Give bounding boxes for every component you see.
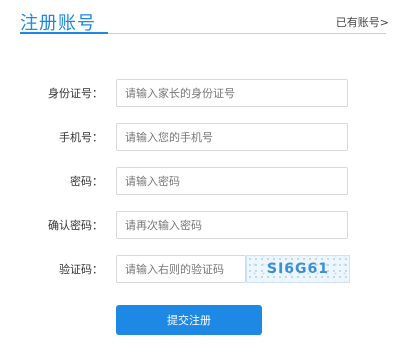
header-divider-accent bbox=[20, 32, 108, 34]
captcha-image[interactable]: SI6G61 bbox=[246, 255, 350, 283]
password-input[interactable] bbox=[116, 167, 348, 195]
captcha-input[interactable] bbox=[116, 255, 246, 283]
page-header: 注册账号 已有账号> bbox=[0, 0, 409, 34]
captcha-text: SI6G61 bbox=[266, 261, 329, 277]
confirm-password-label: 确认密码： bbox=[48, 219, 103, 232]
phone-row: 手机号： bbox=[0, 123, 409, 153]
confirm-password-row: 确认密码： bbox=[0, 211, 409, 241]
id-number-input[interactable] bbox=[116, 79, 348, 107]
id-number-label: 身份证号： bbox=[48, 87, 103, 100]
phone-input[interactable] bbox=[116, 123, 348, 151]
existing-account-link[interactable]: 已有账号> bbox=[336, 14, 389, 30]
password-label: 密码： bbox=[70, 175, 103, 188]
submit-register-button[interactable]: 提交注册 bbox=[116, 305, 262, 335]
confirm-password-input[interactable] bbox=[116, 211, 348, 239]
phone-label: 手机号： bbox=[59, 131, 103, 144]
captcha-label: 验证码： bbox=[59, 263, 103, 276]
header-divider bbox=[20, 32, 386, 34]
captcha-row: 验证码： SI6G61 bbox=[0, 255, 409, 285]
password-row: 密码： bbox=[0, 167, 409, 197]
id-number-row: 身份证号： bbox=[0, 79, 409, 109]
